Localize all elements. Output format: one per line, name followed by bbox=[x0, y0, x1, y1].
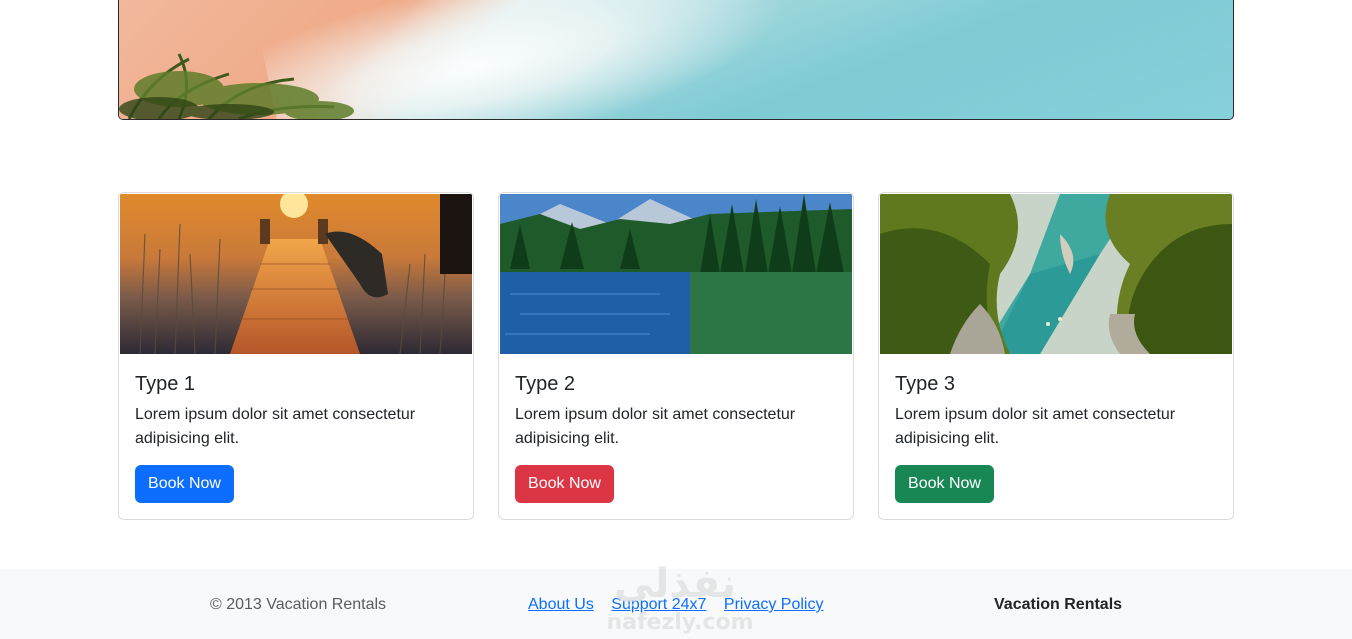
card-text: Lorem ipsum dolor sit amet consectetur a… bbox=[895, 406, 1176, 447]
hero-banner-image bbox=[118, 0, 1234, 120]
footer-link-about-us[interactable]: About Us bbox=[528, 596, 594, 613]
book-now-button[interactable]: Book Now bbox=[135, 465, 234, 503]
card-image-sunset-dock bbox=[120, 194, 472, 354]
book-now-button[interactable]: Book Now bbox=[895, 465, 994, 503]
footer-link-support[interactable]: Support 24x7 bbox=[611, 596, 706, 613]
book-now-button[interactable]: Book Now bbox=[515, 465, 614, 503]
card-title: Type 3 bbox=[895, 373, 956, 395]
card-title: Type 1 bbox=[135, 373, 196, 395]
card-text: Lorem ipsum dolor sit amet consectetur a… bbox=[135, 406, 416, 447]
card-title: Type 2 bbox=[515, 373, 576, 395]
card-type-3: Type 3 Lorem ipsum dolor sit amet consec… bbox=[878, 192, 1234, 520]
palm-leaves-icon bbox=[119, 53, 354, 119]
card-image-canyon-river bbox=[880, 194, 1232, 354]
card-image-forest-lake bbox=[500, 194, 852, 354]
footer-link-privacy-policy[interactable]: Privacy Policy bbox=[724, 596, 824, 613]
site-footer: © 2013 Vacation Rentals About Us Support… bbox=[0, 561, 1352, 639]
footer-copyright: © 2013 Vacation Rentals bbox=[210, 596, 387, 613]
card-type-2: Type 2 Lorem ipsum dolor sit amet consec… bbox=[498, 192, 854, 520]
card-text: Lorem ipsum dolor sit amet consectetur a… bbox=[515, 406, 796, 447]
footer-links: About Us Support 24x7 Privacy Policy bbox=[528, 596, 836, 614]
footer-brand: Vacation Rentals bbox=[994, 596, 1123, 613]
card-type-1: Type 1 Lorem ipsum dolor sit amet consec… bbox=[118, 192, 474, 520]
